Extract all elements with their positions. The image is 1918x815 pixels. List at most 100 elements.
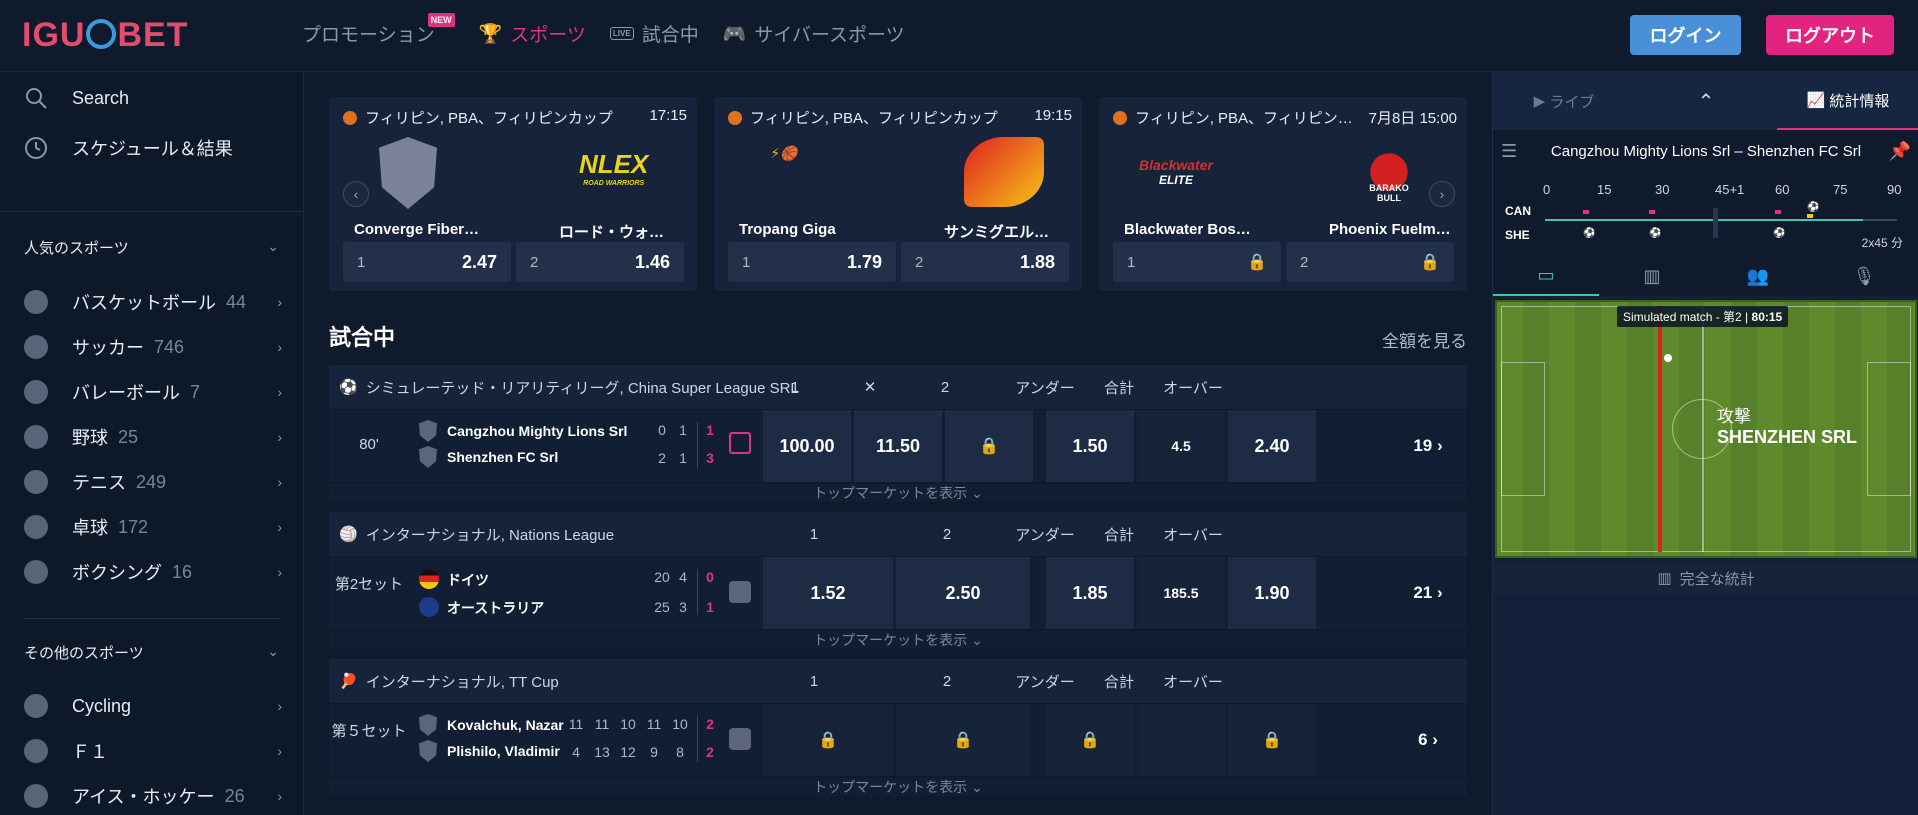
timeline-tick: 60 bbox=[1775, 182, 1790, 197]
timeline-tick: 15 bbox=[1597, 182, 1612, 197]
sidebar-item-boxing[interactable]: ボクシング 16 › bbox=[22, 558, 282, 586]
menu-icon[interactable]: ☰ bbox=[1501, 141, 1517, 162]
match-row[interactable]: 第５セット Kovalchuk, Nazar Plishilo, Vladimi… bbox=[329, 704, 1467, 776]
microphone-icon[interactable]: 🎙 bbox=[1811, 256, 1917, 296]
top-market-toggle[interactable]: トップマーケットを表示 ⌄ bbox=[329, 484, 1467, 502]
nav-promotions-label: プロモーション bbox=[302, 25, 435, 46]
attack-indicator: 攻撃 SHENZHEN SRL bbox=[1717, 402, 1857, 448]
score: 9 bbox=[650, 744, 658, 760]
sidebar-item-baseball[interactable]: 野球 25 › bbox=[22, 423, 282, 451]
odd-value: 1.88 bbox=[1019, 251, 1055, 272]
sidebar-schedule[interactable]: スケジュール＆結果 bbox=[22, 134, 233, 162]
sidebar-item-soccer[interactable]: サッカー 746 › bbox=[22, 333, 282, 361]
sidebar-item-ice-hockey[interactable]: アイス・ホッケー 26 › bbox=[22, 782, 282, 810]
sidebar-item-cycling[interactable]: Cycling › bbox=[22, 692, 282, 720]
other-sports-title[interactable]: その他のスポーツ bbox=[24, 642, 144, 663]
odd-cell[interactable]: 2.50 bbox=[896, 557, 1030, 629]
play-icon[interactable] bbox=[729, 728, 751, 750]
carousel-next-button[interactable]: › bbox=[1429, 181, 1455, 207]
odd-cell[interactable]: 🔒 bbox=[945, 410, 1033, 482]
divider bbox=[0, 211, 303, 212]
attack-line bbox=[1658, 306, 1662, 552]
sidebar-item-table-tennis[interactable]: 卓球 172 › bbox=[22, 513, 282, 541]
collapse-button[interactable]: ⌃ bbox=[1635, 72, 1777, 130]
odd-button-2[interactable]: 2 🔒 bbox=[1286, 242, 1454, 282]
chevron-right-icon: › bbox=[277, 564, 282, 580]
odd-cell[interactable]: 100.00 bbox=[763, 410, 851, 482]
odd-button-1[interactable]: 1 🔒 bbox=[1113, 242, 1281, 282]
odd-button-1[interactable]: 1 2.47 bbox=[343, 242, 511, 282]
score: 10 bbox=[672, 716, 688, 732]
chevron-down-icon[interactable]: ⌄ bbox=[267, 643, 279, 660]
sidebar: Search スケジュール＆結果 人気のスポーツ ⌄ バスケットボール 44 ›… bbox=[0, 72, 304, 815]
sidebar-search[interactable]: Search bbox=[22, 84, 129, 112]
pitch-view-icon[interactable]: ▭ bbox=[1493, 256, 1599, 296]
tab-live[interactable]: ▶ ライブ bbox=[1493, 72, 1635, 130]
sport-count: 44 bbox=[226, 291, 247, 312]
odd-button-2[interactable]: 2 1.88 bbox=[901, 242, 1069, 282]
play-icon: ▶ bbox=[1533, 93, 1550, 110]
sidebar-item-basketball[interactable]: バスケットボール 44 › bbox=[22, 288, 282, 316]
hockey-puck-icon bbox=[22, 782, 50, 810]
odd-cell[interactable]: 1.90 bbox=[1228, 557, 1316, 629]
featured-match-card[interactable]: フィリピン, PBA、フィリピンカップ 19:15 ⚡🏀 Tropang Gig… bbox=[714, 97, 1082, 291]
login-button[interactable]: ログイン bbox=[1630, 15, 1741, 55]
odd-cell[interactable]: 11.50 bbox=[854, 410, 942, 482]
sport-count: 26 bbox=[224, 785, 245, 806]
odd-cell[interactable]: 🔒 bbox=[1046, 704, 1134, 776]
blackwater-logo-subtext: ELITE bbox=[1158, 173, 1193, 187]
featured-match-card[interactable]: フィリピン, PBA、フィリピンカップ 17:15 NLEX ROAD WARRI… bbox=[329, 97, 697, 291]
sidebar-item-tennis[interactable]: テニス 249 › bbox=[22, 468, 282, 496]
more-markets-button[interactable]: 19 › bbox=[1395, 410, 1461, 482]
featured-match-card[interactable]: フィリピン, PBA、フィリピン… 7月8日 15:00 Blackwater E… bbox=[1099, 97, 1467, 291]
odd-cell[interactable]: 1.52 bbox=[763, 557, 893, 629]
carousel-prev-button[interactable]: ‹ bbox=[343, 181, 369, 207]
see-all-link[interactable]: 全額を見る bbox=[1382, 327, 1467, 352]
match-row[interactable]: 第2セット ドイツ オーストラリア 20 4 0 25 3 1 1.52 2.5… bbox=[329, 557, 1467, 629]
live-section-title: 試合中 bbox=[329, 325, 396, 350]
top-market-toggle[interactable]: トップマーケットを表示 ⌄ bbox=[329, 778, 1467, 796]
match-row[interactable]: 80' Cangzhou Mighty Lions Srl Shenzhen F… bbox=[329, 410, 1467, 482]
nav-live[interactable]: LIVE 試合中 bbox=[609, 20, 699, 47]
chevron-right-icon: › bbox=[277, 519, 282, 535]
odd-label: 2 bbox=[1300, 253, 1309, 271]
chevron-right-icon: › bbox=[277, 384, 282, 400]
play-icon[interactable] bbox=[729, 581, 751, 603]
more-markets-button[interactable]: 6 › bbox=[1395, 704, 1461, 776]
team-shield-icon bbox=[419, 740, 437, 762]
chevron-down-icon[interactable]: ⌄ bbox=[267, 238, 279, 255]
stats-chart-icon[interactable] bbox=[729, 432, 751, 454]
sidebar-item-volleyball[interactable]: バレーボール 7 › bbox=[22, 378, 282, 406]
chevron-right-icon: › bbox=[277, 294, 282, 310]
odd-cell[interactable]: 2.40 bbox=[1228, 410, 1316, 482]
odd-cell[interactable]: 1.50 bbox=[1046, 410, 1134, 482]
odd-label: 2 bbox=[530, 253, 539, 271]
league-header: ⚽ シミュレーテッド・リアリティリーグ, China Super League S… bbox=[329, 365, 1467, 409]
tennis-icon bbox=[22, 468, 50, 496]
odd-cell[interactable]: 🔒 bbox=[896, 704, 1030, 776]
more-markets-button[interactable]: 21 › bbox=[1395, 557, 1461, 629]
odd-button-1[interactable]: 1 1.79 bbox=[728, 242, 896, 282]
nav-esports[interactable]: 🎮 サイバースポーツ bbox=[723, 20, 905, 47]
odd-button-2[interactable]: 2 1.46 bbox=[516, 242, 684, 282]
tab-stats[interactable]: 📈 統計情報 bbox=[1777, 72, 1918, 130]
col-header: 1 bbox=[809, 672, 819, 690]
top-market-toggle[interactable]: トップマーケットを表示 ⌄ bbox=[329, 631, 1467, 649]
pin-icon[interactable]: 📌 bbox=[1889, 141, 1911, 162]
nav-promotions[interactable]: プロモーション NEW bbox=[302, 13, 455, 47]
full-stats-label: 完全な統計 bbox=[1679, 570, 1755, 588]
bar-chart-icon[interactable]: ▥ bbox=[1599, 256, 1705, 296]
popular-sports-title[interactable]: 人気のスポーツ bbox=[24, 237, 129, 258]
nav-sports[interactable]: 🏆 スポーツ bbox=[479, 20, 586, 47]
logout-button[interactable]: ログアウト bbox=[1766, 15, 1894, 55]
odd-cell[interactable]: 🔒 bbox=[1228, 704, 1316, 776]
sidebar-item-f1[interactable]: Ｆ１ › bbox=[22, 737, 282, 765]
timeline-tick: 90 bbox=[1887, 182, 1902, 197]
team-shield-icon bbox=[379, 137, 437, 209]
brand-logo[interactable]: IGU BET bbox=[22, 16, 188, 55]
lineup-icon[interactable]: 👥 bbox=[1705, 256, 1811, 296]
odd-cell[interactable]: 1.85 bbox=[1046, 557, 1134, 629]
odd-cell[interactable]: 🔒 bbox=[763, 704, 893, 776]
full-stats-link[interactable]: ▥ 完全な統計 bbox=[1493, 562, 1918, 594]
card-header: フィリピン, PBA、フィリピンカップ 17:15 bbox=[343, 107, 687, 128]
